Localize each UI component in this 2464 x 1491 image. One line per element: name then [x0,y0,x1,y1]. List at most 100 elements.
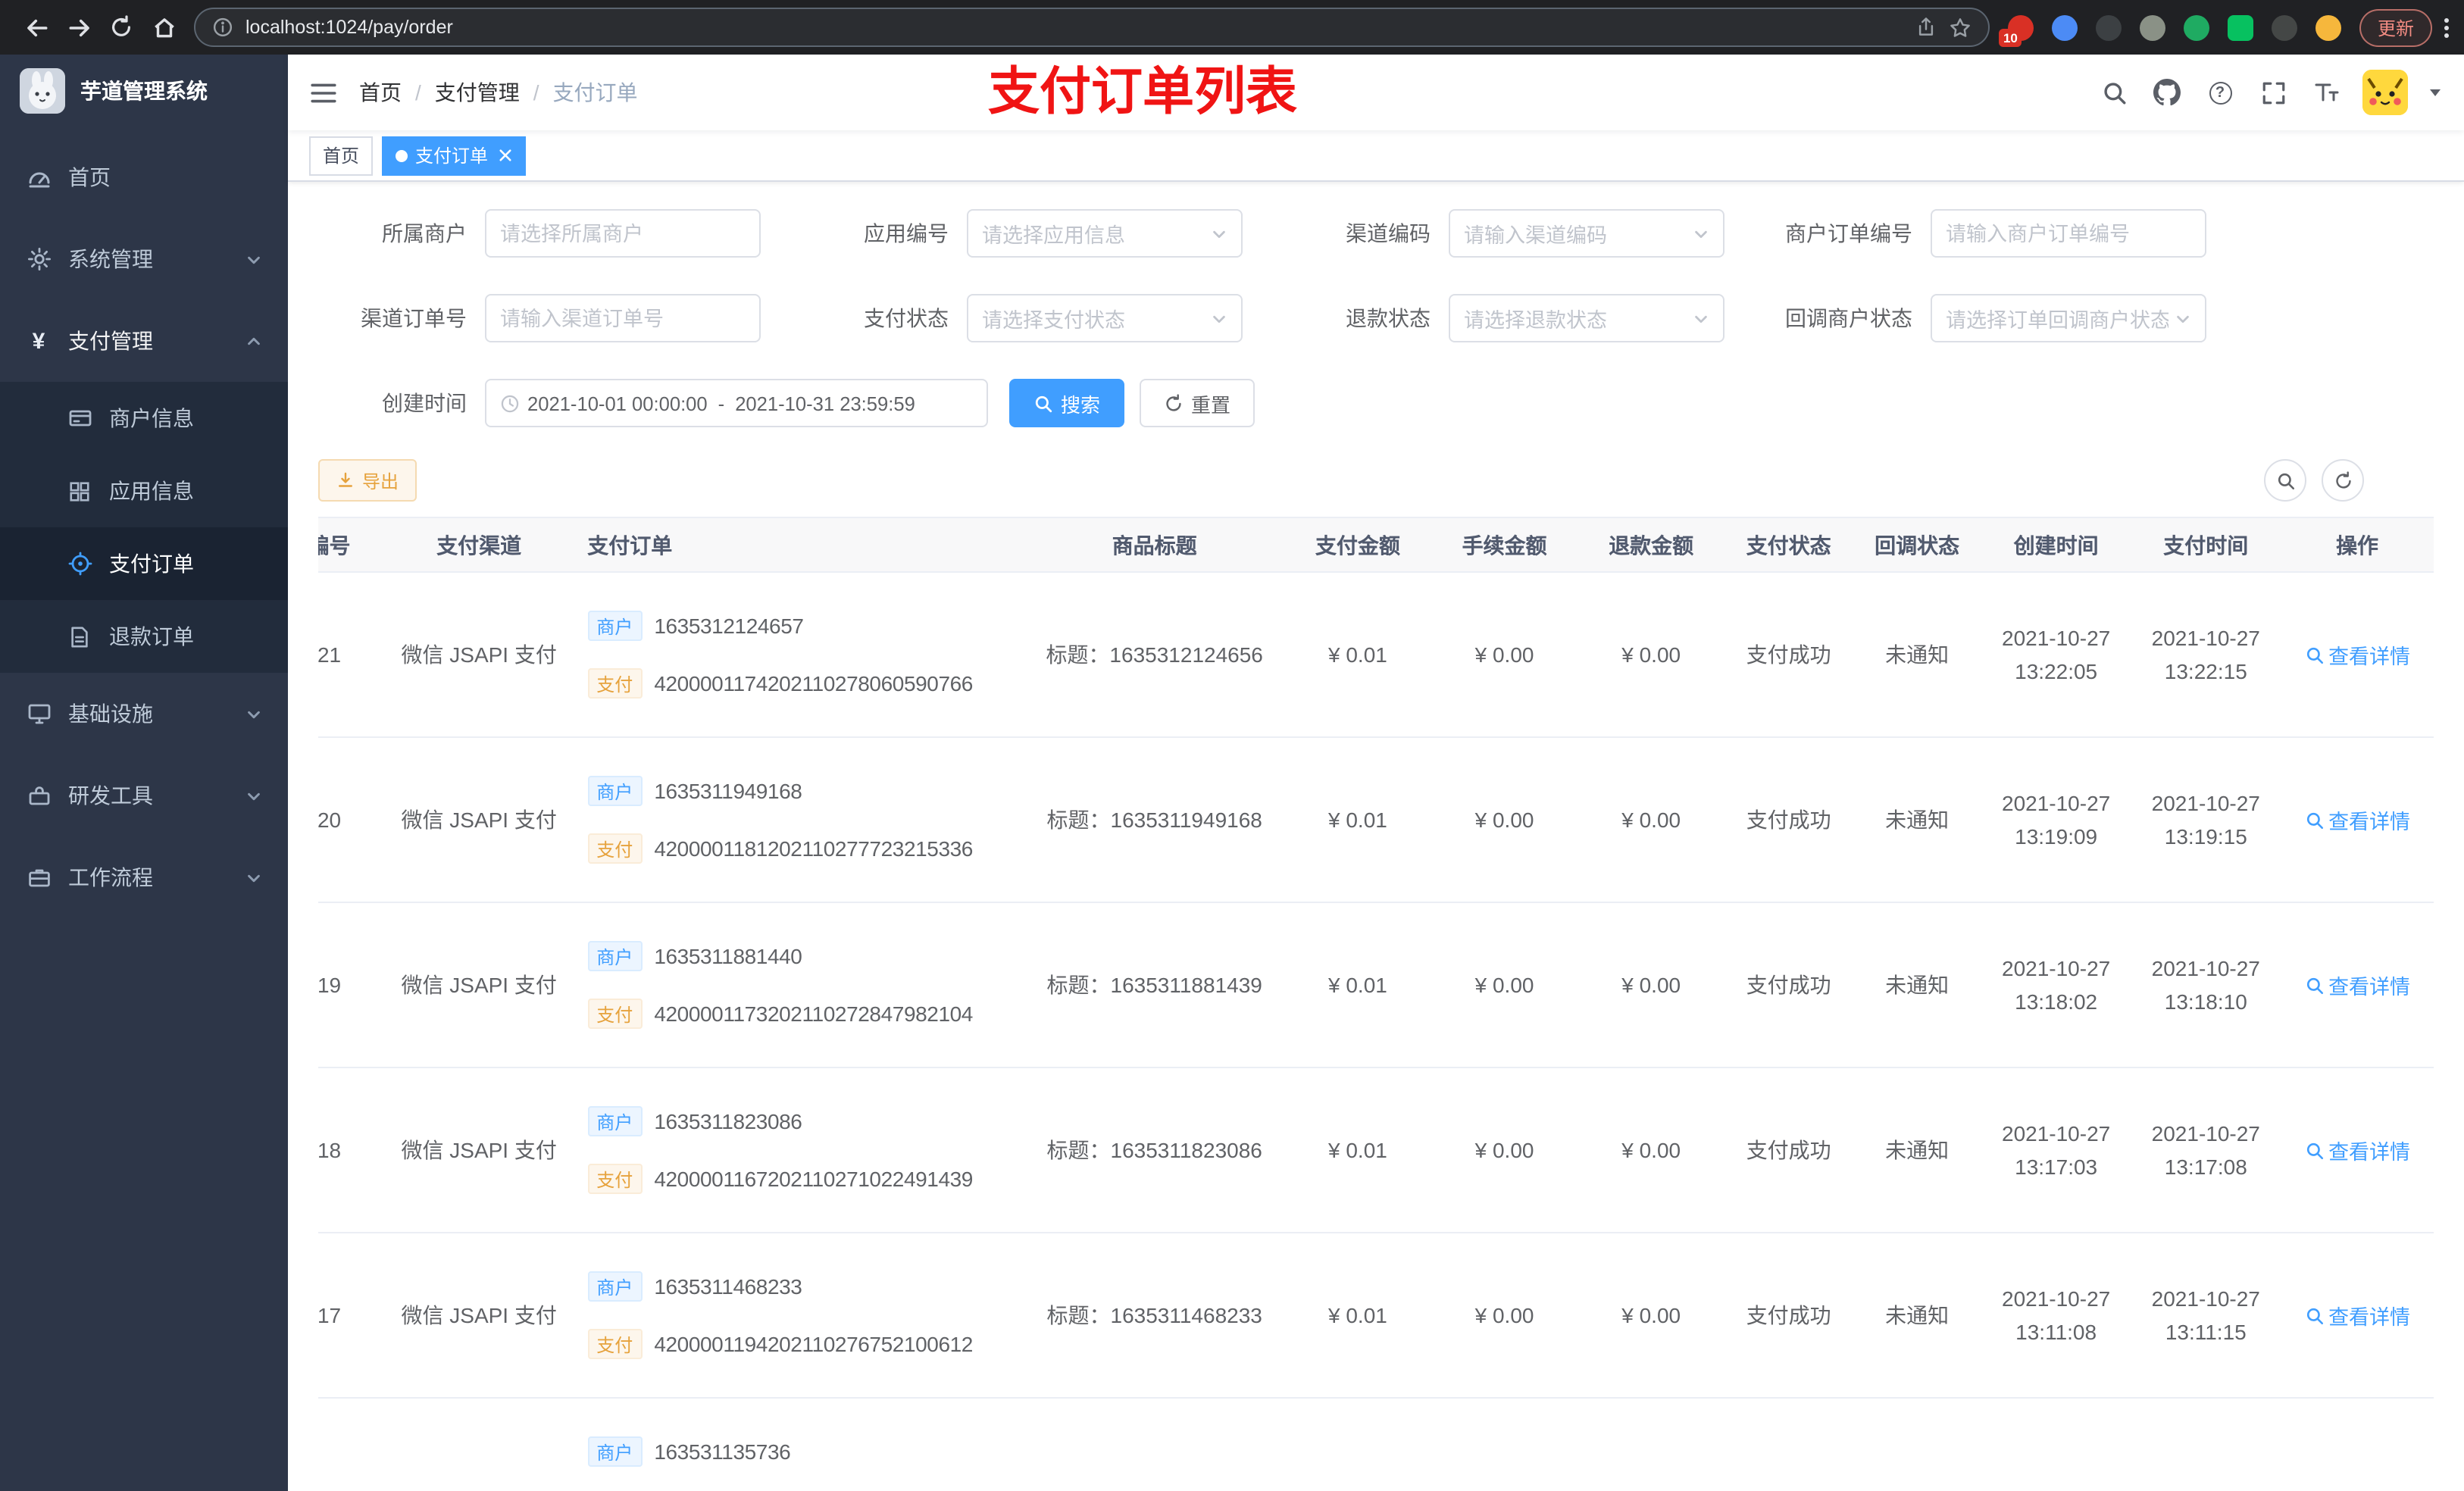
fullscreen-icon[interactable] [2256,76,2290,109]
action-cell: 查看详情 [2281,1233,2434,1399]
sidebar-item-pay-order[interactable]: 支付订单 [0,527,288,600]
channel-code-select[interactable]: 请输入渠道编码 [1449,209,1724,258]
fee-cell: ¥ 0.00 [1431,1233,1578,1399]
extension-puzzle[interactable] [2271,14,2297,40]
col-amount: 支付金额 [1284,517,1431,573]
payment-submenu: 商户信息 应用信息 支付订单 退款订单 [0,382,288,673]
breadcrumb-pay-manage[interactable]: 支付管理 [435,77,520,108]
extension-green-check[interactable] [2183,14,2209,40]
app-select[interactable]: 请选择应用信息 [967,209,1243,258]
sidebar-item-dev-tools[interactable]: 研发工具 [0,755,288,836]
reload-icon[interactable] [100,6,142,48]
update-button[interactable]: 更新 [2359,8,2432,46]
col-fee: 手续金额 [1431,517,1578,573]
search-button[interactable]: 搜索 [1009,379,1125,427]
reset-button[interactable]: 重置 [1140,379,1255,427]
back-icon[interactable] [15,6,58,48]
extension-emoji-face[interactable] [2315,14,2341,40]
filter-label: 渠道订单号 [361,306,467,330]
action-cell: 查看详情 [2281,1067,2434,1233]
sidebar-item-label: 首页 [68,165,111,189]
sidebar-item-label: 支付订单 [109,552,194,576]
create-time-range-input[interactable]: 2021-10-01 00:00:00 - 2021-10-31 23:59:5… [485,379,988,427]
extension-gray[interactable] [2139,14,2165,40]
filter-label: 所属商户 [382,221,467,245]
sidebar-item-system[interactable]: 系统管理 [0,218,288,300]
view-detail-link[interactable]: 查看详情 [2304,970,2410,1000]
amount-cell: ¥ 0.01 [1284,902,1431,1068]
extension-blue-pin[interactable] [2051,14,2078,40]
status-cell: 支付成功 [1724,902,1853,1068]
view-detail-link[interactable]: 查看详情 [2304,1300,2410,1330]
chevron-down-icon [1211,225,1227,242]
sidebar-item-label: 系统管理 [68,247,153,271]
browser-menu-icon[interactable] [2444,17,2449,37]
notify-cell: 未通知 [1853,737,1981,903]
tab-label: 首页 [323,145,360,167]
font-size-icon[interactable] [2309,76,2343,109]
notify-status-select[interactable]: 请选择订单回调商户状态 [1931,294,2206,342]
pay-order-no: 4200001167202110271022491439 [654,1167,973,1191]
goods-title-cell: 标题：1635311823086 [1024,1067,1285,1233]
address-bar[interactable]: localhost:1024/pay/order [194,8,1990,47]
breadcrumb-home[interactable]: 首页 [359,77,402,108]
status-cell: 支付成功 [1724,572,1853,738]
sidebar-item-payment[interactable]: 支付管理 [0,300,288,382]
col-created: 创建时间 [1981,517,2131,573]
extension-dark[interactable] [2095,14,2122,40]
tab-pay-order[interactable]: 支付订单 [382,136,527,175]
search-icon[interactable] [2097,76,2131,109]
tab-home[interactable]: 首页 [309,136,374,175]
avatar-caret-down-icon[interactable] [2428,85,2443,100]
sidebar-item-home[interactable]: 首页 [0,136,288,218]
chevron-down-icon [245,251,262,267]
merchant-tag: 商户 [587,941,643,971]
view-detail-link[interactable]: 查看详情 [2304,639,2410,670]
breadcrumb-separator: / [415,80,421,105]
sidebar-item-workflow[interactable]: 工作流程 [0,836,288,918]
help-icon[interactable] [2203,76,2237,109]
merchant-input[interactable] [485,209,761,258]
export-button[interactable]: 导出 [318,459,417,502]
refund-status-select[interactable]: 请选择退款状态 [1449,294,1724,342]
pay-status-select[interactable]: 请选择支付状态 [967,294,1243,342]
breadcrumb-separator: / [533,80,539,105]
order-cell: 商户 1635311823086 支付 42000011672021102710… [578,1067,1025,1233]
toolbar-right [2264,459,2364,502]
select-placeholder: 请选择应用信息 [982,224,1125,247]
github-icon[interactable] [2150,76,2184,109]
sidebar-toggle-icon[interactable] [309,78,338,107]
extension-badge: 10 [1998,28,2022,46]
view-detail-link[interactable]: 查看详情 [2304,1135,2410,1165]
sidebar-item-label: 工作流程 [68,865,153,889]
sidebar-item-merchant-info[interactable]: 商户信息 [0,382,288,455]
merchant-order-no: 1635312124657 [654,614,804,638]
share-icon[interactable] [1915,17,1937,38]
chevron-down-icon [245,705,262,722]
close-icon[interactable] [499,148,512,162]
browser-toolbar: localhost:1024/pay/order 10 更新 [0,0,2464,55]
site-info-icon[interactable] [212,17,233,38]
amount-cell: ¥ 0.01 [1284,737,1431,903]
merchant-order-no-input[interactable] [1931,209,2206,258]
bookmark-star-icon[interactable] [1949,16,1972,39]
home-icon[interactable] [142,6,185,48]
sidebar-item-app-info[interactable]: 应用信息 [0,455,288,527]
forward-icon[interactable] [58,6,100,48]
extension-colorful[interactable]: 10 [1998,14,2034,46]
navbar-actions [2097,70,2443,115]
view-detail-link[interactable]: 查看详情 [2304,805,2410,835]
refresh-button[interactable] [2322,459,2364,502]
pay-tag: 支付 [587,1164,643,1194]
channel-order-no-input[interactable] [485,294,761,342]
toggle-search-button[interactable] [2264,459,2306,502]
url-text: localhost:1024/pay/order [245,17,453,38]
sidebar-item-infra[interactable]: 基础设施 [0,673,288,755]
filter-row-2: 渠道订单号 支付状态 请选择支付状态 退款状态 请选择退款状态 回调商户状态 [318,294,2434,342]
user-avatar[interactable] [2362,70,2408,115]
sidebar-item-label: 退款订单 [109,624,194,649]
extension-green-chat[interactable] [2227,14,2253,40]
col-status: 支付状态 [1724,517,1853,573]
sidebar-item-refund-order[interactable]: 退款订单 [0,600,288,673]
select-placeholder: 请输入渠道编码 [1464,224,1607,247]
